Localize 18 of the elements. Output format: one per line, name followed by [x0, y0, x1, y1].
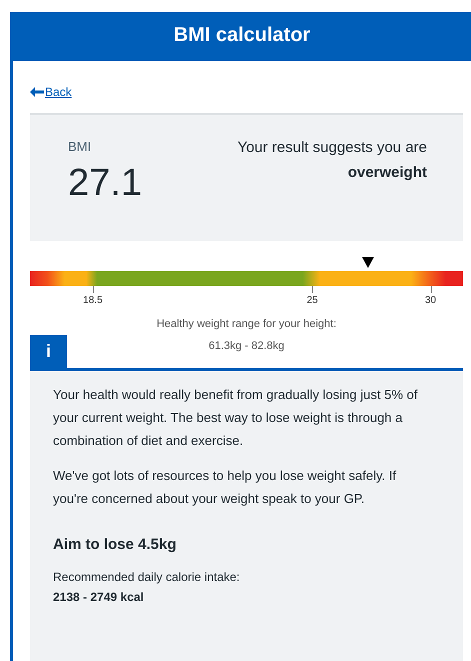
info-paragraph: We've got lots of resources to help you lose weight safely. If you're concerned about your weight speak to your GP.: [53, 467, 398, 508]
tick-label: 25: [306, 295, 318, 306]
tick-label: 18.5: [83, 295, 103, 306]
result-category: overweight: [348, 164, 427, 181]
bmi-value: 27.1: [68, 162, 142, 205]
calorie-label: Recommended daily calorie intake:: [53, 569, 241, 586]
result-text: Your result suggests you are: [237, 139, 427, 156]
calorie-value: 2138 - 2749 kcal: [53, 589, 145, 606]
healthy-range-value: 61.3kg - 82.8kg: [208, 340, 284, 352]
info-icon: i: [30, 335, 67, 368]
back-link[interactable]: Back: [30, 85, 72, 99]
header-title: BMI calculator: [13, 12, 471, 61]
info-paragraph: Your health would really benefit from gradually losing just 5% of your current weight. The best way to lose weight is through a combination of diet and exercise.: [53, 386, 418, 450]
bmi-label: BMI: [68, 139, 92, 154]
goal-heading: Aim to lose 4.5kg: [53, 536, 178, 553]
tick-label: 30: [424, 295, 436, 306]
healthy-range-label: Healthy weight range for your height:: [156, 317, 338, 332]
back-arrow-icon: [30, 87, 44, 97]
